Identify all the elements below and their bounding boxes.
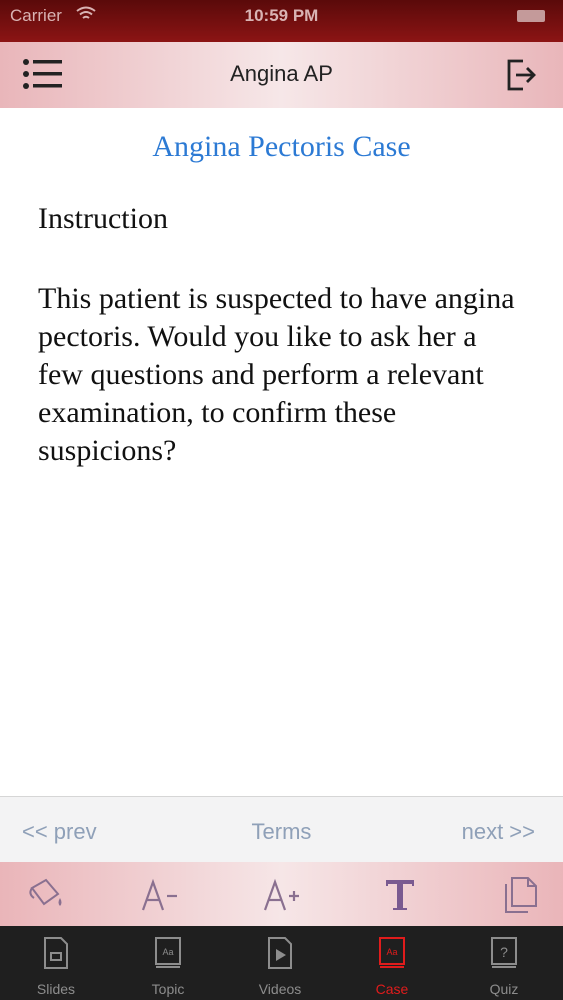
battery-icon — [517, 10, 545, 22]
decrease-font-icon — [141, 878, 177, 911]
videos-icon — [268, 937, 292, 969]
copy-icon — [505, 877, 537, 913]
tab-label: Topic — [151, 981, 185, 997]
case-content: Angina Pectoris Case Instruction This pa… — [0, 108, 563, 796]
tab-label: Case — [375, 981, 409, 997]
quiz-icon: ? — [491, 937, 517, 968]
tab-bar: Slides Aa Topic Videos Aa Case ? Quiz — [0, 926, 563, 1000]
slides-icon — [44, 937, 68, 969]
exit-icon — [507, 59, 536, 91]
svg-text:Aa: Aa — [386, 947, 397, 957]
tab-label: Slides — [36, 981, 76, 997]
background-color-button[interactable] — [24, 872, 68, 916]
pager: << prev Terms next >> — [0, 796, 563, 863]
instruction-heading: Instruction — [38, 202, 168, 235]
status-bar: Carrier 10:59 PM — [0, 0, 563, 42]
tab-label: Videos — [258, 981, 302, 997]
tab-quiz[interactable]: ? Quiz — [448, 926, 560, 1000]
topic-icon: Aa — [155, 937, 181, 968]
svg-text:Aa: Aa — [162, 947, 173, 957]
case-title: Angina Pectoris Case — [152, 130, 411, 163]
tab-videos[interactable]: Videos — [224, 926, 336, 1000]
status-time: 10:59 PM — [244, 6, 319, 25]
font-style-button[interactable] — [378, 872, 422, 916]
exit-button[interactable] — [505, 57, 537, 93]
increase-font-button[interactable] — [259, 872, 303, 916]
tab-topic[interactable]: Aa Topic — [112, 926, 224, 1000]
svg-text:?: ? — [500, 944, 508, 960]
next-link[interactable]: next >> — [462, 819, 535, 845]
reader-toolbar — [0, 862, 563, 926]
increase-font-icon — [263, 878, 299, 911]
tab-case[interactable]: Aa Case — [336, 926, 448, 1000]
nav-title: Angina AP — [230, 61, 333, 86]
paint-bucket-icon — [29, 878, 62, 906]
tab-label: Quiz — [489, 981, 519, 997]
case-icon: Aa — [379, 937, 405, 968]
instruction-body: This patient is suspected to have angina… — [38, 282, 515, 467]
font-style-icon — [386, 880, 414, 910]
decrease-font-button[interactable] — [137, 872, 181, 916]
nav-bar: Angina AP — [0, 42, 563, 108]
tab-slides[interactable]: Slides — [0, 926, 112, 1000]
copy-button[interactable] — [498, 872, 542, 916]
